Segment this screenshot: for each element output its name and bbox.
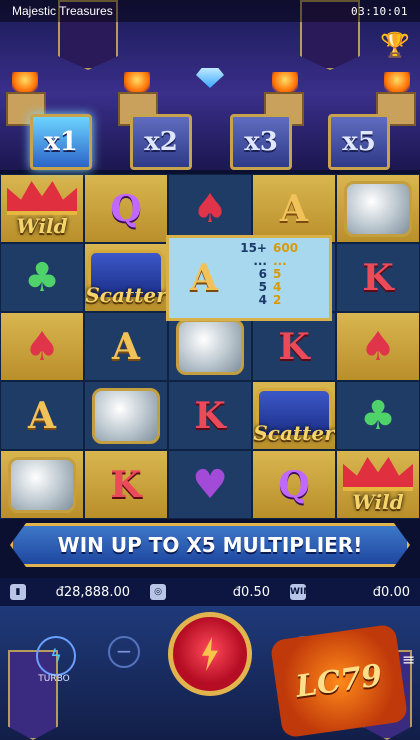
spin-bolt-icon [202, 637, 218, 671]
paytable-row: ...... [239, 255, 329, 268]
letter-k-symbol: K [362, 256, 394, 299]
reel-cell: K [252, 312, 336, 381]
reel-grid: WildQ♠A♣ScatterAAK♠AK♠AKScatter♣K♥QWild [0, 174, 420, 519]
heart-icon: ♥ [192, 461, 228, 508]
letter-a-symbol: A [28, 394, 56, 437]
reel-cell: ♠ [168, 174, 252, 243]
multiplier-x3: x3 [230, 114, 292, 170]
lc79-logo: LC79 [269, 623, 409, 739]
win-banner-text: WIN UP TO X5 MULTIPLIER! [57, 533, 363, 557]
reel-cell [84, 381, 168, 450]
letter-q-symbol: Q [110, 187, 142, 230]
win-field: WIN đ0.00 [280, 584, 420, 600]
club-icon: ♣ [360, 392, 396, 439]
reel-cell: Wild [336, 450, 420, 519]
spin-button[interactable] [168, 612, 252, 696]
diamond-gem-icon [92, 387, 160, 444]
lightning-icon: ϟ [50, 645, 62, 667]
scatter-label: Scatter [253, 421, 335, 445]
multiplier-x5: x5 [328, 114, 390, 170]
balance-field: ▮ đ28,888.00 [0, 584, 140, 600]
game-screen: Majestic Treasures 03:10:01 🏆 x1 x2 x3 x… [0, 0, 420, 740]
reel-cell: K [168, 381, 252, 450]
balance-value: đ28,888.00 [55, 584, 130, 600]
reel-cell: Wild [0, 174, 84, 243]
letter-a-symbol: A [280, 187, 308, 230]
wild-label: Wild [352, 490, 404, 514]
wallet-icon: ▮ [10, 584, 26, 600]
reel-cell: ♣ [0, 243, 84, 312]
letter-a-symbol: A [190, 257, 218, 299]
reel-cell: ♠ [336, 312, 420, 381]
treasure-diamond-icon [196, 68, 224, 88]
win-banner: WIN UP TO X5 MULTIPLIER! [0, 517, 420, 573]
multiplier-x1: x1 [30, 114, 92, 170]
letter-q-symbol: Q [278, 463, 310, 506]
spade-icon: ♠ [24, 323, 60, 370]
menu-button[interactable]: ≡ [402, 650, 416, 669]
paytable-row: 42 [239, 294, 329, 307]
reel-cell: ♥ [168, 450, 252, 519]
reel-cell: K [336, 243, 420, 312]
reel-cell [0, 450, 84, 519]
reel-cell: ♣ [336, 381, 420, 450]
reel-cell: Q [84, 174, 168, 243]
reel-cell [336, 174, 420, 243]
paytable-multiplier: 2 [273, 293, 282, 307]
reel-cell [168, 312, 252, 381]
diamond-gem-icon [176, 318, 244, 375]
letter-k-symbol: K [278, 325, 310, 368]
decrease-bet-button[interactable]: − [108, 636, 140, 668]
scatter-symbol: Scatter [253, 382, 335, 449]
wild-symbol: Wild [1, 175, 83, 242]
win-icon: WIN [290, 584, 311, 600]
spade-icon: ♠ [360, 323, 396, 370]
scatter-label: Scatter [85, 283, 167, 307]
paytable-row: 65 [239, 268, 329, 281]
wild-symbol: Wild [337, 451, 419, 518]
scatter-symbol: Scatter [85, 244, 167, 311]
reel-cell: ♠ [0, 312, 84, 381]
turbo-label: TURBO [38, 674, 70, 684]
reel-cell: A [252, 174, 336, 243]
reel-cell: Scatter [252, 381, 336, 450]
crown-icon [343, 457, 413, 491]
crown-icon [7, 181, 77, 215]
paytable-list: 15+ 600 ...... 65 54 42 [239, 238, 329, 318]
balance-strip: ▮ đ28,888.00 ◎ đ0.50 WIN đ0.00 [0, 578, 420, 606]
bet-field[interactable]: ◎ đ0.50 [140, 584, 280, 600]
club-icon: ♣ [24, 254, 60, 301]
win-banner-bar: WIN UP TO X5 MULTIPLIER! [10, 523, 410, 567]
trophy-icon[interactable]: 🏆 [380, 30, 410, 60]
letter-a-symbol: A [112, 325, 140, 368]
reel-cell: A [84, 312, 168, 381]
control-panel: ϟ TURBO − + ≡ LC79 [0, 606, 420, 740]
turbo-button[interactable]: ϟ [36, 636, 76, 676]
reel-cell: Q [252, 450, 336, 519]
win-value: đ0.00 [372, 584, 410, 600]
letter-k-symbol: K [110, 463, 142, 506]
game-title: Majestic Treasures [12, 4, 113, 18]
diamond-gem-icon [8, 456, 76, 513]
letter-k-symbol: K [194, 394, 226, 437]
wild-label: Wild [16, 214, 68, 238]
reel-cell: A [0, 381, 84, 450]
clock: 03:10:01 [351, 4, 408, 18]
paytable-row: 54 [239, 281, 329, 294]
paytable-popup: A 15+ 600 ...... 65 54 42 [166, 235, 332, 321]
multiplier-x2: x2 [130, 114, 192, 170]
logo-text: LC79 [293, 657, 385, 705]
paytable-symbol: A [169, 238, 239, 318]
paytable-count: 4 [258, 293, 267, 307]
bet-value: đ0.50 [232, 584, 270, 600]
reel-cell: K [84, 450, 168, 519]
reel-cell: Scatter [84, 243, 168, 312]
spade-icon: ♠ [192, 185, 228, 232]
coins-icon: ◎ [150, 584, 166, 600]
multiplier-bar: x1 x2 x3 x5 [0, 114, 420, 174]
status-bar: Majestic Treasures 03:10:01 [0, 0, 420, 22]
diamond-gem-icon [344, 180, 412, 237]
